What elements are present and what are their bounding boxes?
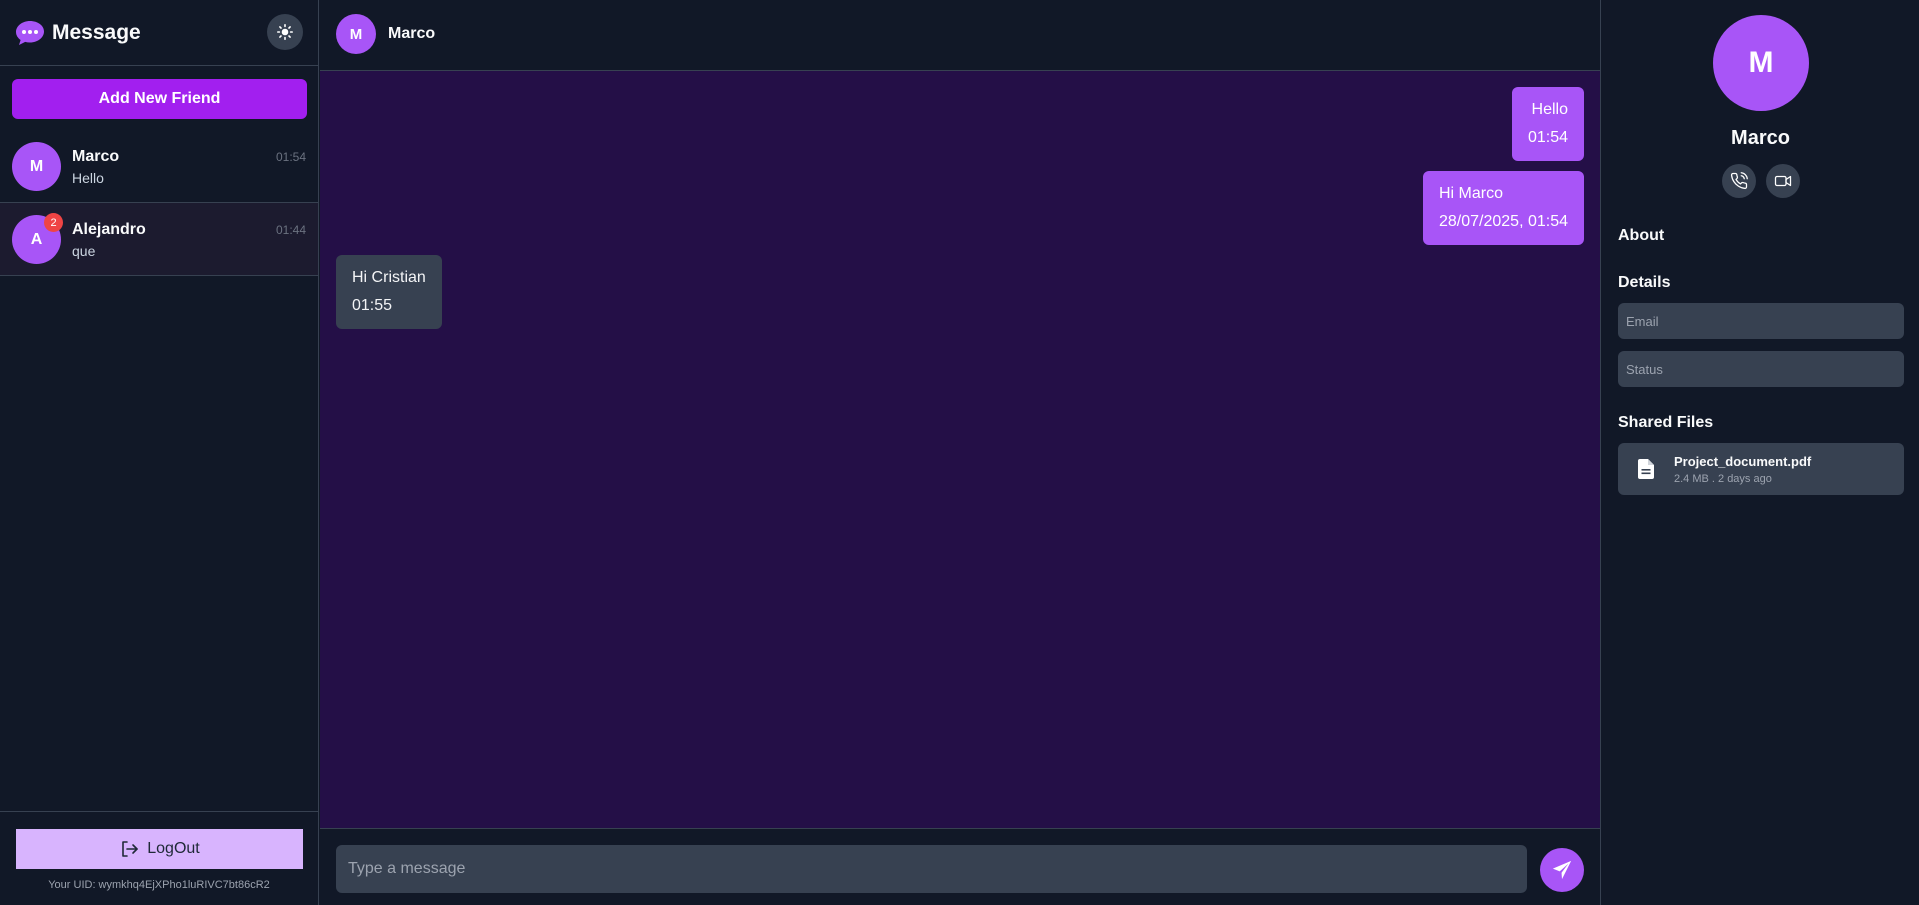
- message-bubble-sent: Hi Marco 28/07/2025, 01:54: [1422, 171, 1584, 245]
- contact-last-message: que: [72, 243, 96, 259]
- contact-last-message: Hello: [72, 170, 104, 186]
- unread-badge: 2: [44, 213, 63, 232]
- contact-item-marco[interactable]: M Marco Hello 01:54: [0, 130, 318, 203]
- about-heading: About: [1618, 227, 1665, 244]
- logout-icon: [122, 841, 139, 857]
- message-bubble-sent: Hello 01:54: [1511, 87, 1584, 161]
- email-field[interactable]: [1618, 303, 1904, 339]
- send-button[interactable]: [1540, 848, 1584, 892]
- avatar: M: [336, 14, 376, 54]
- chat-contact-name: Marco: [388, 25, 436, 42]
- message-text: Hi Cristian: [352, 269, 426, 286]
- avatar: M: [1713, 15, 1809, 111]
- video-camera-icon: [1774, 175, 1792, 187]
- contact-time: 01:44: [275, 223, 306, 237]
- sidebar-header: Message: [0, 0, 318, 66]
- profile-panel: M Marco About Details Shared Files Proje…: [1600, 0, 1919, 905]
- logout-label: LogOut: [147, 840, 200, 857]
- add-new-friend-button[interactable]: Add New Friend: [12, 79, 307, 119]
- send-icon: [1552, 860, 1572, 880]
- shared-file-item[interactable]: Project_document.pdf 2.4 MB . 2 days ago: [1618, 443, 1904, 495]
- message-bubble-received: Hi Cristian 01:55: [336, 255, 442, 329]
- details-heading: Details: [1618, 274, 1671, 291]
- video-call-button[interactable]: [1766, 164, 1800, 198]
- document-icon: [1638, 459, 1654, 479]
- file-meta: 2.4 MB . 2 days ago: [1674, 473, 1772, 485]
- message-text: Hi Marco: [1438, 185, 1503, 202]
- logout-button[interactable]: LogOut: [16, 829, 303, 869]
- shared-files-heading: Shared Files: [1618, 414, 1714, 431]
- contact-name: Alejandro: [72, 221, 146, 238]
- app-title: Message: [52, 21, 141, 44]
- theme-toggle-button[interactable]: [267, 14, 303, 50]
- message-time: 01:55: [352, 297, 393, 314]
- sidebar-footer: LogOut Your UID: wymkhq4EjXPho1luRIVC7bt…: [0, 811, 318, 905]
- sidebar: Message Add New Friend M Marco Hello 01:…: [0, 0, 319, 905]
- avatar: M: [12, 142, 61, 191]
- file-name: Project_document.pdf: [1674, 454, 1812, 469]
- message-time: 28/07/2025, 01:54: [1438, 213, 1568, 230]
- contact-time: 01:54: [275, 150, 306, 164]
- phone-icon: [1730, 172, 1748, 190]
- status-field[interactable]: [1618, 351, 1904, 387]
- message-text: Hello: [1531, 101, 1568, 118]
- chat-panel: M Marco Hello 01:54 Hi Marco 28/07/2025,…: [320, 0, 1600, 905]
- message-list[interactable]: Hello 01:54 Hi Marco 28/07/2025, 01:54 H…: [320, 71, 1600, 828]
- voice-call-button[interactable]: [1722, 164, 1756, 198]
- sun-icon: [277, 24, 293, 40]
- user-uid: Your UID: wymkhq4EjXPho1luRIVC7bt86cR2: [48, 879, 270, 891]
- message-composer: [320, 828, 1600, 905]
- message-input[interactable]: [336, 845, 1527, 893]
- chat-header: M Marco: [320, 0, 1600, 71]
- contact-name: Marco: [72, 148, 120, 165]
- profile-name: Marco: [1731, 127, 1790, 149]
- chat-bubble-icon: [16, 21, 44, 45]
- contact-item-alejandro[interactable]: A 2 Alejandro que 01:44: [0, 203, 318, 276]
- message-time: 01:54: [1527, 129, 1568, 146]
